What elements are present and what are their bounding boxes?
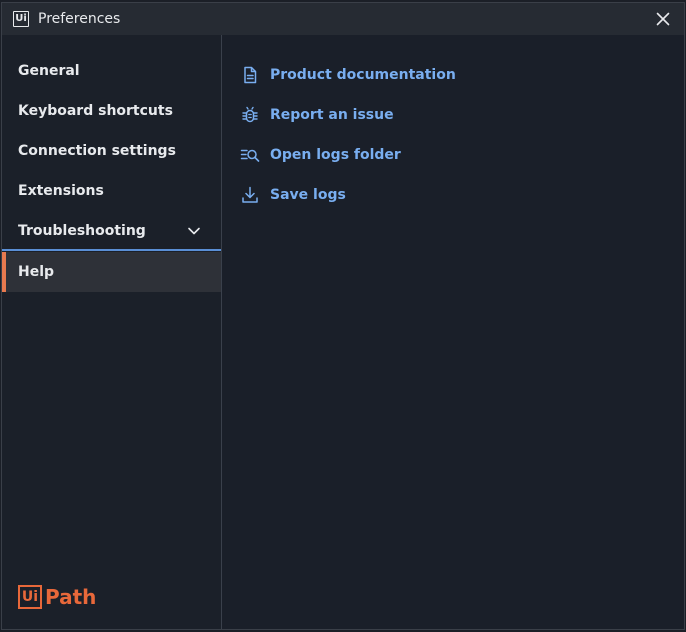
section-divider xyxy=(2,249,221,251)
report-issue-link[interactable]: Report an issue xyxy=(240,103,394,127)
sidebar-item-troubleshooting[interactable]: Troubleshooting xyxy=(2,211,221,251)
search-list-icon xyxy=(240,149,260,162)
open-logs-folder-link[interactable]: Open logs folder xyxy=(240,143,401,167)
sidebar-item-help[interactable]: Help xyxy=(2,252,221,292)
download-icon xyxy=(242,186,258,203)
sidebar-item-label: Help xyxy=(18,264,55,280)
close-icon xyxy=(656,12,670,26)
sidebar-item-keyboard-shortcuts[interactable]: Keyboard shortcuts xyxy=(2,91,221,131)
chevron-down-icon xyxy=(188,227,200,235)
sidebar-item-label: Connection settings xyxy=(18,143,176,159)
window-title: Preferences xyxy=(38,11,121,27)
sidebar-item-label: Keyboard shortcuts xyxy=(18,103,173,119)
bug-icon xyxy=(242,106,258,123)
sidebar-item-extensions[interactable]: Extensions xyxy=(2,171,221,211)
link-label: Report an issue xyxy=(270,107,394,123)
uipath-logo-text: Path xyxy=(45,585,97,609)
preferences-window: Ui Preferences General Keyboard shortcut… xyxy=(1,2,685,630)
sidebar-item-label: General xyxy=(18,63,80,79)
sidebar-item-label: Extensions xyxy=(18,183,104,199)
sidebar-item-general[interactable]: General xyxy=(2,51,221,91)
uipath-logo-box: Ui xyxy=(18,585,42,609)
link-label: Product documentation xyxy=(270,67,456,83)
close-button[interactable] xyxy=(654,10,672,28)
sidebar: General Keyboard shortcuts Connection se… xyxy=(2,35,222,629)
uipath-app-icon: Ui xyxy=(13,11,29,27)
link-label: Save logs xyxy=(270,187,346,203)
link-label: Open logs folder xyxy=(270,147,401,163)
document-icon xyxy=(244,66,257,84)
save-logs-link[interactable]: Save logs xyxy=(240,183,346,207)
product-documentation-link[interactable]: Product documentation xyxy=(240,63,456,87)
sidebar-item-connection-settings[interactable]: Connection settings xyxy=(2,131,221,171)
sidebar-item-label: Troubleshooting xyxy=(18,223,146,239)
title-bar: Ui Preferences xyxy=(2,3,684,35)
uipath-logo: Ui Path xyxy=(18,585,96,609)
help-panel: Product documentation Report an issue Op… xyxy=(222,35,684,629)
